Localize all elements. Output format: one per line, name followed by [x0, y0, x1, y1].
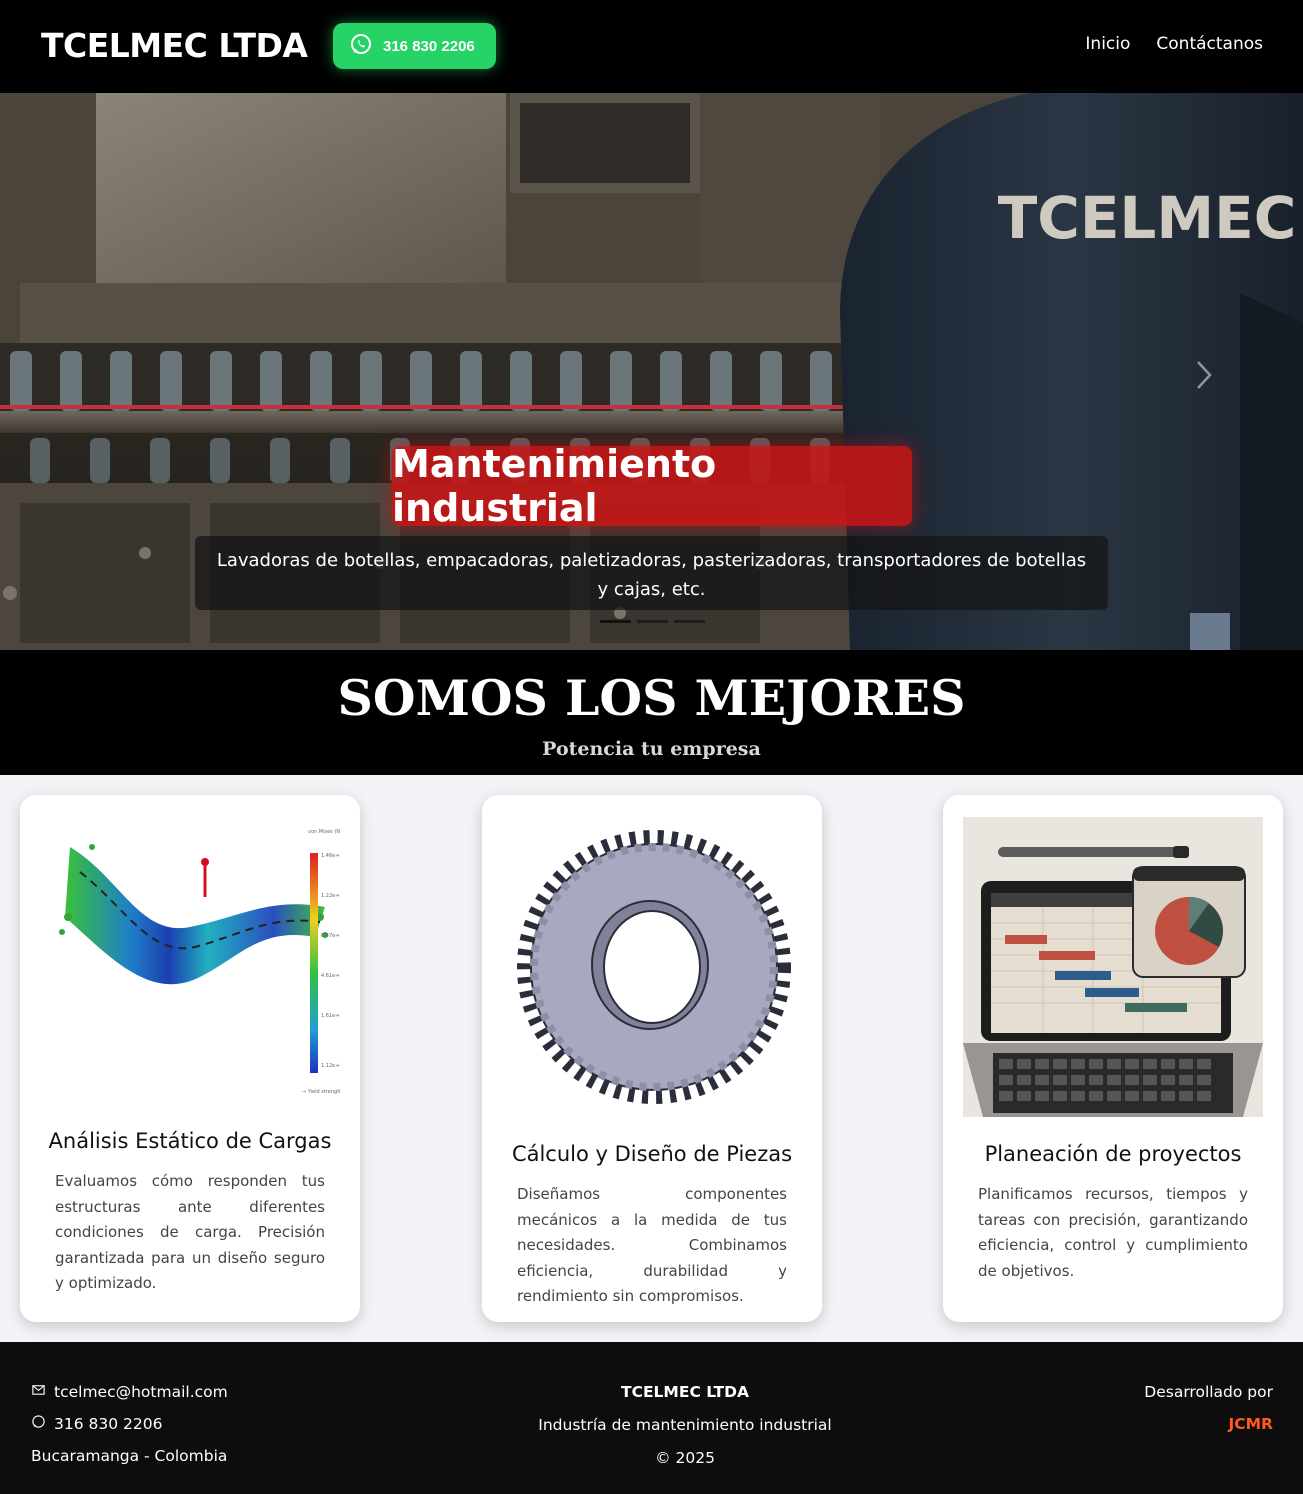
whatsapp-icon — [31, 1408, 46, 1440]
footer: tcelmec@hotmail.com 316 830 2206 Bucaram… — [0, 1342, 1303, 1494]
stress-analysis-image: von Mises (N/m^2) 1.46e+08 1.22e+08 8.47e+… — [40, 817, 340, 1117]
footer-dev-link[interactable]: JCMR — [1144, 1408, 1273, 1440]
card-title: Análisis Estático de Cargas — [48, 1129, 332, 1153]
nav-links: Inicio Contáctanos — [1085, 34, 1263, 54]
section-title: SOMOS LOS MEJORES — [337, 669, 966, 727]
hero-carousel: TCELMEC Mantenimiento industrial Lavador… — [0, 93, 1303, 650]
card-title: Cálculo y Diseño de Piezas — [511, 1142, 793, 1166]
footer-company-name: TCELMEC LTDA — [621, 1383, 749, 1401]
svg-text:1.22e+08: 1.22e+08 — [321, 893, 340, 899]
navbar: TCELMEC LTDA 316 830 2206 Inicio Contáct… — [0, 0, 1303, 93]
whatsapp-icon — [349, 32, 373, 60]
footer-company: TCELMEC LTDA Industría de mantenimiento … — [485, 1376, 885, 1475]
laptop-gantt-image — [963, 817, 1263, 1117]
footer-phone: 316 830 2206 — [54, 1415, 163, 1433]
carousel-indicator-1[interactable] — [600, 620, 631, 623]
svg-text:4.61e+07: 4.61e+07 — [321, 973, 340, 979]
footer-dev-label: Desarrollado por — [1144, 1383, 1273, 1401]
footer-location: Bucaramanga - Colombia — [31, 1447, 228, 1465]
card-text: Evaluamos cómo responden tus estructuras… — [55, 1172, 325, 1292]
jacket-text: TCELMEC — [998, 184, 1297, 252]
svg-text:8.47e+07: 8.47e+07 — [321, 933, 340, 939]
svg-text:von Mises (N/m^2): von Mises (N/m^2) — [308, 829, 340, 835]
footer-email-row[interactable]: tcelmec@hotmail.com — [31, 1376, 228, 1408]
svg-text:1.61e+07: 1.61e+07 — [321, 1013, 340, 1019]
carousel-indicators — [600, 620, 705, 623]
whatsapp-button[interactable]: 316 830 2206 — [333, 23, 496, 69]
service-card-diseno: Cálculo y Diseño de Piezas Diseñamos com… — [482, 795, 822, 1322]
section-subtitle: Potencia tu empresa — [542, 738, 761, 760]
hero-title: Mantenimiento industrial — [392, 442, 912, 530]
carousel-next-icon[interactable] — [1192, 358, 1216, 392]
gear-part-image — [502, 817, 802, 1117]
footer-credits: Desarrollado por JCMR — [1144, 1376, 1273, 1440]
footer-phone-row[interactable]: 316 830 2206 — [31, 1408, 228, 1440]
svg-text:1.46e+08: 1.46e+08 — [321, 853, 340, 859]
carousel-indicator-3[interactable] — [674, 620, 705, 623]
card-text: Diseñamos componentes mecánicos a la med… — [517, 1185, 787, 1305]
card-text: Planificamos recursos, tiempos y tareas … — [978, 1185, 1248, 1280]
card-title: Planeación de proyectos — [984, 1142, 1242, 1166]
footer-tagline: Industría de mantenimiento industrial — [538, 1416, 832, 1434]
services-section: von Mises (N/m^2) 1.46e+08 1.22e+08 8.47e+… — [0, 775, 1303, 1342]
service-card-planeacion: Planeación de proyectos Planificamos rec… — [943, 795, 1283, 1322]
hero-subtitle: Lavadoras de botellas, empacadoras, pale… — [195, 536, 1108, 610]
whatsapp-number: 316 830 2206 — [383, 37, 475, 55]
email-icon — [31, 1376, 46, 1408]
footer-email: tcelmec@hotmail.com — [54, 1383, 228, 1401]
footer-contact: tcelmec@hotmail.com 316 830 2206 Bucaram… — [31, 1376, 228, 1472]
brand-logo[interactable]: TCELMEC LTDA — [41, 26, 308, 66]
svg-text:1.12e+04: 1.12e+04 — [321, 1063, 340, 1069]
footer-copyright: © 2025 — [655, 1449, 715, 1467]
carousel-indicator-2[interactable] — [637, 620, 668, 623]
svg-text:→ Yield strength: 2.206e+08: → Yield strength: 2.206e+08 — [302, 1089, 340, 1095]
about-header: SOMOS LOS MEJORES Potencia tu empresa — [0, 650, 1303, 775]
nav-link-inicio[interactable]: Inicio — [1085, 34, 1130, 54]
service-card-analisis: von Mises (N/m^2) 1.46e+08 1.22e+08 8.47e+… — [20, 795, 360, 1322]
nav-link-contactanos[interactable]: Contáctanos — [1156, 34, 1263, 54]
